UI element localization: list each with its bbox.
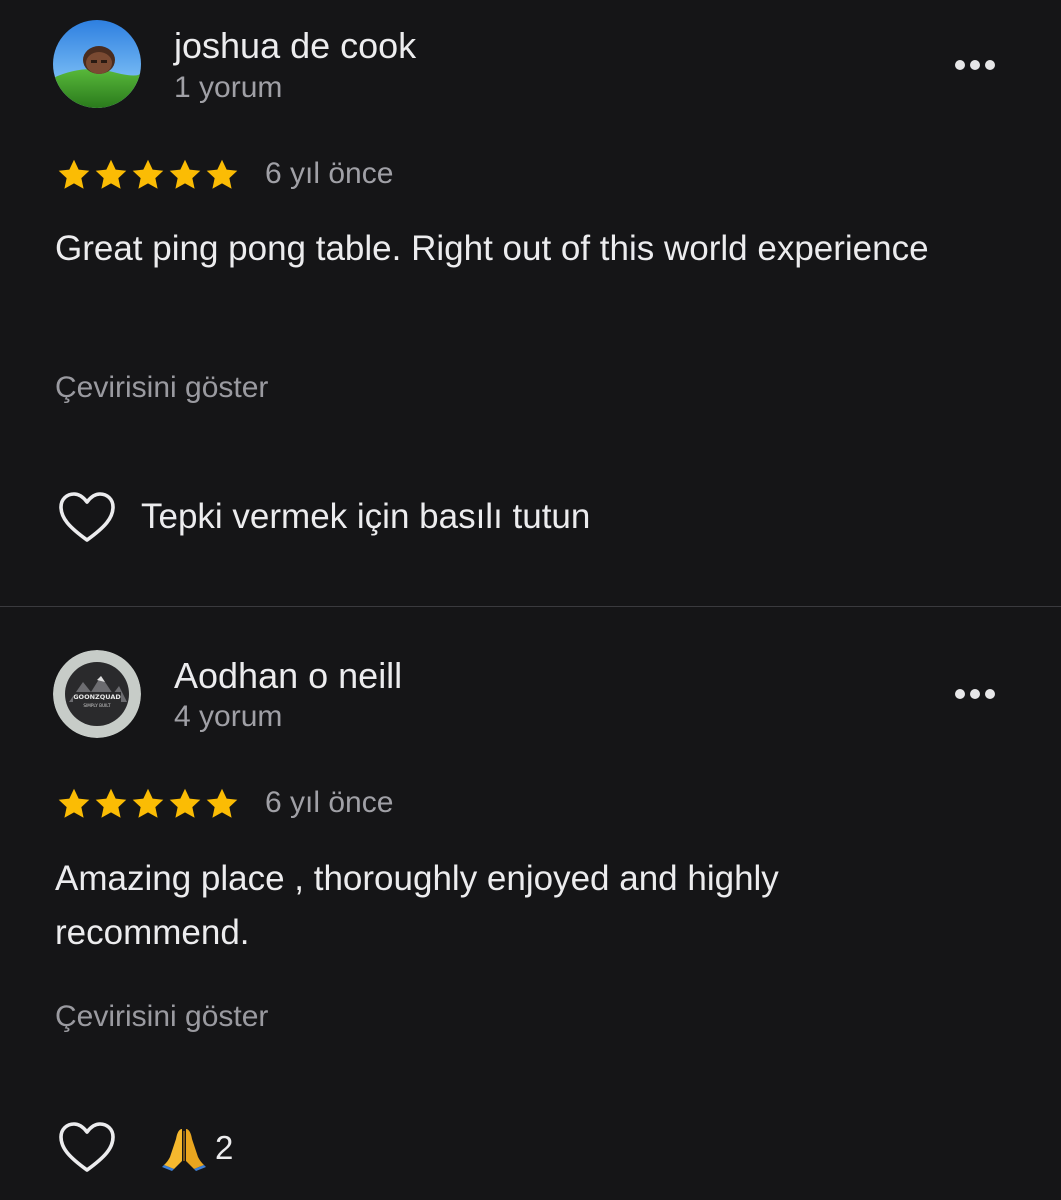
star-icon (169, 788, 201, 818)
review-card: joshua de cook 1 yorum 6 yıl önce Great … (0, 0, 1061, 606)
reaction-count: 2 (215, 1129, 234, 1166)
star-rating (56, 786, 240, 822)
react-hint-text: Tepki vermek için basılı tutun (141, 497, 591, 536)
more-options-button[interactable] (940, 45, 1010, 85)
heart-outline-icon (59, 492, 115, 542)
star-icon (132, 159, 164, 189)
avatar-logo-subtitle: SIMPLY BUILT (83, 703, 111, 708)
more-options-icon-dot (985, 60, 995, 70)
star-rating (56, 157, 240, 193)
more-options-icon (955, 689, 965, 699)
star-icon (206, 788, 238, 818)
star-icon (95, 788, 127, 818)
star-icon (95, 159, 127, 189)
more-options-button[interactable] (940, 674, 1010, 714)
star-icon (58, 788, 90, 818)
heart-outline-icon (59, 1122, 115, 1172)
star-icon (58, 159, 90, 189)
folded-hands-emoji (162, 1129, 206, 1171)
more-options-icon-dot (985, 689, 995, 699)
avatar[interactable]: GOONZQUAD SIMPLY BUILT (53, 650, 141, 738)
like-button[interactable] (57, 1120, 117, 1176)
author-name[interactable]: Aodhan o neill (174, 655, 402, 697)
review-date: 6 yıl önce (265, 786, 394, 819)
review-text: Great ping pong table. Right out of this… (55, 229, 929, 268)
author-review-count: 1 yorum (174, 71, 283, 104)
avatar-logo-title: GOONZQUAD (73, 693, 121, 701)
star-icon (169, 159, 201, 189)
avatar-image (53, 20, 141, 108)
avatar-image: GOONZQUAD SIMPLY BUILT (53, 650, 141, 738)
more-options-icon (955, 60, 965, 70)
review-date: 6 yıl önce (265, 157, 394, 190)
like-button[interactable] (57, 490, 117, 546)
more-options-icon-dot (970, 689, 980, 699)
star-icon (132, 788, 164, 818)
author-name[interactable]: joshua de cook (174, 25, 416, 67)
star-icon (206, 159, 238, 189)
review-text: Amazing place , thoroughly enjoyed and h… (55, 859, 779, 952)
show-translation-link[interactable]: Çevirisini göster (55, 371, 268, 405)
review-card: GOONZQUAD SIMPLY BUILT Aodhan o neill 4 … (0, 607, 1061, 1200)
author-review-count: 4 yorum (174, 700, 283, 733)
show-translation-link[interactable]: Çevirisini göster (55, 1000, 268, 1034)
avatar[interactable] (53, 20, 141, 108)
more-options-icon-dot (970, 60, 980, 70)
